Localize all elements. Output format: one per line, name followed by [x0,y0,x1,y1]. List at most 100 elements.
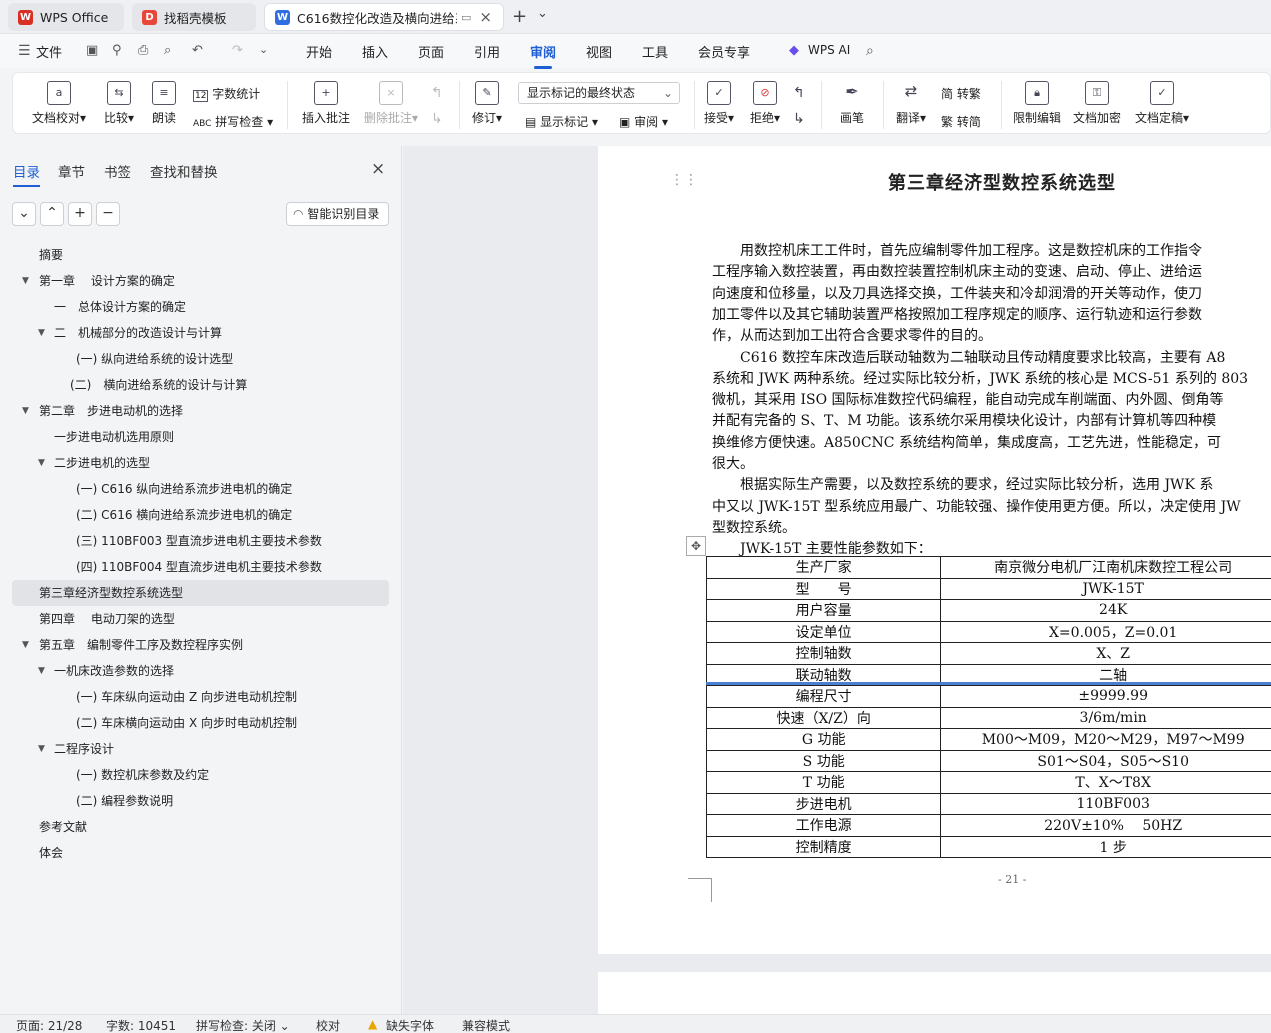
toc-item[interactable]: 参考文献 [0,814,395,840]
menu-member[interactable]: 会员专享 [698,42,750,61]
toc-item[interactable]: (二) 车床横向运动由 X 向步时电动机控制 [0,710,395,736]
tab-wps-office[interactable]: W WPS Office [8,3,124,31]
expand-arrow-icon[interactable]: ▼ [22,268,29,294]
compare-button[interactable]: ⇆ 比较▾ [97,81,141,126]
param-name-cell[interactable]: 用户容量 [705,599,942,622]
toc-item[interactable]: 第四章 电动刀架的选型 [0,606,395,632]
doc-proof-button[interactable]: a 文档校对▾ [29,81,89,126]
new-tab-icon[interactable]: + [512,6,527,27]
hamburger-icon[interactable]: ☰ [18,43,31,59]
close-pane-icon[interactable]: × [371,159,385,179]
menu-file[interactable]: 文件 [36,42,62,61]
param-value-cell[interactable]: JWK-15T [940,577,1271,600]
tab-chapters[interactable]: 章节 [58,161,85,181]
accept-button[interactable]: ✓ 接受▾ [701,81,737,126]
tab-document[interactable]: W C616数控化改造及横向进给系 ▭ × [264,3,504,31]
param-name-cell[interactable]: 工作电源 [705,814,942,837]
smart-toc-button[interactable]: ◠ 智能识别目录 [286,202,389,226]
param-value-cell[interactable]: ±9999.99 [940,685,1271,708]
param-value-cell[interactable]: 220V±10% 50HZ [940,814,1271,837]
next-change-icon[interactable]: ↳ [793,111,805,127]
toc-item[interactable]: ▼ 二程序设计 [0,736,395,762]
expand-arrow-icon[interactable]: ▼ [22,398,29,424]
toc-item[interactable]: (二) 横向进给系统的设计与计算 [0,372,395,398]
missing-font-status[interactable]: 缺失字体 [386,1017,434,1033]
param-name-cell[interactable]: 设定单位 [705,620,942,643]
tab-template[interactable]: D 找稻壳模板 [132,3,256,31]
print-preview-icon[interactable]: ⌕ [164,43,171,58]
toc-item[interactable]: ▼ 二步进电机的选型 [0,450,395,476]
param-name-cell[interactable]: 控制轴数 [705,642,942,665]
param-value-cell[interactable]: X=0.005，Z=0.01 [940,620,1271,643]
expand-arrow-icon[interactable]: ▼ [22,632,29,658]
menu-view[interactable]: 视图 [586,42,612,61]
print-icon[interactable]: ⎙ [138,43,148,58]
param-name-cell[interactable]: 快速（X/Z）向 [705,706,942,729]
review-pane-button[interactable]: ▣ 审阅 ▾ [619,113,668,130]
expand-arrow-icon[interactable]: ▼ [38,450,45,476]
to-simplified-button[interactable]: 繁 转简 [941,113,981,130]
share-icon[interactable]: ⚲ [112,43,122,58]
param-value-cell[interactable]: 24K [940,599,1271,622]
undo-icon[interactable]: ↶ [192,43,203,58]
param-value-cell[interactable]: X、Z [940,642,1271,665]
toc-item[interactable]: 一步进电动机选用原则 [0,424,395,450]
spell-check-status[interactable]: 拼写检查: 关闭 ⌄ [196,1017,290,1033]
toc-item[interactable]: (二) 编程参数说明 [0,788,395,814]
menu-page[interactable]: 页面 [418,42,444,61]
toc-item[interactable]: (一) 车床纵向运动由 Z 向步进电动机控制 [0,684,395,710]
menu-home[interactable]: 开始 [306,42,332,61]
restrict-edit-button[interactable]: 🔒︎ 限制编辑 [1011,81,1063,126]
insert-comment-button[interactable]: + 插入批注 [299,81,353,126]
toc-item[interactable]: (四) 110BF004 型直流步进电机主要技术参数 [0,554,395,580]
toc-item[interactable]: 体会 [0,840,395,866]
toc-item[interactable]: 第三章经济型数控系统选型 [12,580,389,606]
pen-button[interactable]: ✒ 画笔 [835,81,869,126]
param-value-cell[interactable]: 南京微分电机厂江南机床数控工程公司 [940,556,1271,579]
expand-arrow-icon[interactable]: ▼ [38,658,45,684]
menu-insert[interactable]: 插入 [362,42,388,61]
toc-item[interactable]: (二) C616 横向进给系流步进电机的确定 [0,502,395,528]
param-name-cell[interactable]: S 功能 [705,749,942,772]
encrypt-button[interactable]: ⚿ 文档加密 [1071,81,1123,126]
proof-status[interactable]: 校对 [316,1017,340,1033]
collapse-up-icon[interactable]: ⌃ [40,202,64,226]
drag-handle-icon[interactable]: ⋮⋮ [670,172,698,188]
menu-review[interactable]: 审阅 [530,42,556,69]
word-count-button[interactable]: 12 字数统计 [193,85,260,102]
tab-list-icon[interactable]: ⌄ [537,6,548,21]
param-name-cell[interactable]: 生产厂家 [705,556,942,579]
reject-button[interactable]: ⊘ 拒绝▾ [747,81,783,126]
param-name-cell[interactable]: T 功能 [705,771,942,794]
word-count-indicator[interactable]: 字数: 10451 [106,1017,176,1033]
spell-check-button[interactable]: ABC 拼写检查 ▾ [193,113,273,130]
toc-item[interactable]: 一 总体设计方案的确定 [0,294,395,320]
param-value-cell[interactable]: S01～S04，S05～S10 [940,749,1271,772]
toc-item[interactable]: ▼ 第五章 编制零件工序及数控程序实例 [0,632,395,658]
toc-item[interactable]: ▼ 第二章 步进电动机的选择 [0,398,395,424]
param-value-cell[interactable]: 3/6m/min [940,706,1271,729]
toc-item[interactable]: ▼ 一机床改造参数的选择 [0,658,395,684]
prev-change-icon[interactable]: ↰ [793,85,805,101]
next-comment-icon[interactable]: ↳ [431,111,443,127]
markup-state-select[interactable]: 显示标记的最终状态 ⌄ [518,82,680,104]
menu-tools[interactable]: 工具 [642,42,668,61]
param-name-cell[interactable]: 步进电机 [705,792,942,815]
tab-toc[interactable]: 目录 [13,161,40,187]
toc-item[interactable]: (一) 数控机床参数及约定 [0,762,395,788]
add-heading-icon[interactable]: + [68,202,92,226]
toc-item[interactable]: ▼ 二 机械部分的改造设计与计算 [0,320,395,346]
toc-item[interactable]: 摘要 [0,242,395,268]
param-name-cell[interactable]: 型 号 [705,577,942,600]
page-indicator[interactable]: 页面: 21/28 [16,1017,82,1033]
revise-button[interactable]: ✎ 修订▾ [469,81,505,126]
remove-heading-icon[interactable]: − [96,202,120,226]
toc-item[interactable]: (一) C616 纵向进给系流步进电机的确定 [0,476,395,502]
toc-item[interactable]: (一) 纵向进给系统的设计选型 [0,346,395,372]
expand-arrow-icon[interactable]: ▼ [38,320,45,346]
tab-find-replace[interactable]: 查找和替换 [150,161,218,181]
param-name-cell[interactable]: 控制精度 [705,835,942,858]
close-tab-icon[interactable]: × [479,8,492,26]
menu-reference[interactable]: 引用 [474,42,500,61]
show-markup-button[interactable]: ▤ 显示标记 ▾ [525,113,598,130]
